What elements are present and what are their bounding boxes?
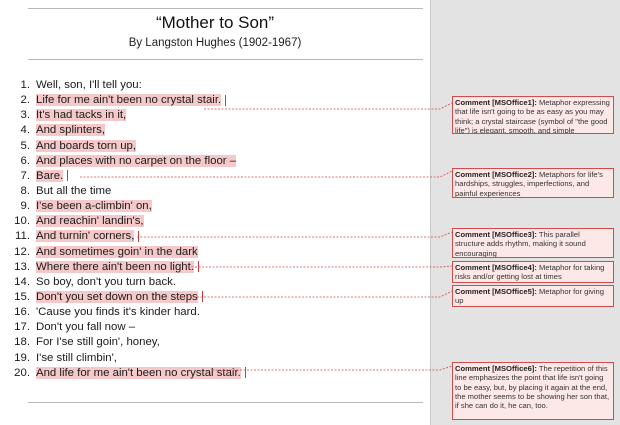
- poem-line[interactable]: 20. And life for me ain't been no crystal…: [8, 366, 428, 381]
- line-number: 13.: [14, 260, 30, 273]
- line-text-commented[interactable]: And life for me ain't been no crystal st…: [36, 366, 241, 379]
- poem-line[interactable]: 17. Don't you fall now –: [8, 320, 428, 335]
- line-text: I'se still climbin',: [36, 351, 117, 364]
- line-text-commented[interactable]: Life for me ain't been no crystal stair.: [36, 94, 222, 107]
- comment-anchor[interactable]: [225, 94, 227, 106]
- line-number: 1.: [20, 79, 31, 91]
- line-text-commented[interactable]: And sometimes goin' in the dark: [36, 245, 198, 258]
- line-text-commented[interactable]: And boards torn up,: [36, 139, 137, 152]
- document-page: “Mother to Son” By Langston Hughes (1902…: [0, 0, 430, 425]
- line-number: 11.: [15, 230, 30, 243]
- line-text-commented[interactable]: And turnin' corners,: [36, 230, 135, 243]
- line-text: So boy, don't you turn back.: [36, 275, 177, 288]
- comment-author: Comment [MSOffice5]:: [455, 287, 537, 296]
- comment-anchor[interactable]: [67, 170, 69, 182]
- poem-line[interactable]: 19. I'se still climbin',: [8, 351, 428, 366]
- poem-title: “Mother to Son”: [155, 13, 275, 32]
- title-rule: [28, 59, 423, 60]
- comment-balloon-5[interactable]: Comment [MSOffice5]: Metaphor for giving…: [452, 285, 614, 307]
- poem-line[interactable]: 6. And places with no carpet on the floor…: [8, 154, 428, 169]
- comment-author: Comment [MSOffice2]:: [455, 170, 537, 179]
- line-number: 2.: [20, 94, 31, 107]
- poem-line[interactable]: 3. It's had tacks in it,: [8, 108, 428, 123]
- comment-author: Comment [MSOffice4]:: [455, 263, 537, 272]
- line-number: 17.: [14, 321, 30, 334]
- comment-anchor[interactable]: [201, 291, 203, 303]
- poem-line[interactable]: 10. And reachin' landin's,: [8, 214, 428, 229]
- line-text: Well, son, I'll tell you:: [36, 79, 142, 91]
- poem-line[interactable]: 16. 'Cause you finds it's kinder hard.: [8, 305, 428, 320]
- line-number: 19.: [14, 351, 30, 364]
- line-number: 8.: [20, 184, 31, 197]
- line-number: 20.: [14, 366, 30, 379]
- header-rule: [28, 8, 423, 9]
- line-number: 5.: [20, 139, 31, 152]
- comment-author: Comment [MSOffice6]:: [455, 364, 537, 373]
- poem-line[interactable]: 15. Don't you set down on the steps: [8, 290, 428, 305]
- poem-line[interactable]: 8. But all the time: [8, 184, 428, 199]
- line-number: 14.: [14, 275, 30, 288]
- line-number: 12.: [14, 245, 30, 258]
- line-text-commented[interactable]: It's had tacks in it,: [36, 109, 127, 122]
- poem-line[interactable]: 5. And boards torn up,: [8, 139, 428, 154]
- poem-byline: By Langston Hughes (1902-1967): [128, 37, 302, 49]
- poem-line[interactable]: 11. And turnin' corners,: [8, 229, 428, 244]
- comment-balloon-6[interactable]: Comment [MSOffice6]: The repetition of t…: [452, 362, 614, 420]
- poem-lines: 1. Well, son, I'll tell you: 2. Life for m…: [8, 78, 428, 381]
- poem-line[interactable]: 4. And splinters,: [8, 123, 428, 138]
- line-number: 10.: [14, 215, 30, 228]
- comment-anchor[interactable]: [138, 230, 140, 242]
- comment-balloon-1[interactable]: Comment [MSOffice1]: Metaphor expressing…: [452, 96, 614, 134]
- footer-rule: [28, 402, 423, 403]
- line-number: 7.: [20, 169, 31, 182]
- line-text-commented[interactable]: Don't you set down on the steps: [36, 290, 198, 303]
- line-text: 'Cause you finds it's kinder hard.: [36, 306, 200, 319]
- comment-anchor[interactable]: [197, 261, 199, 273]
- poem-line[interactable]: 9. I'se been a-climbin' on,: [8, 199, 428, 214]
- line-text-commented[interactable]: Where there ain't been no light.: [36, 260, 194, 273]
- line-text: Don't you fall now –: [36, 321, 136, 334]
- comment-author: Comment [MSOffice1]:: [455, 98, 537, 107]
- poem-line[interactable]: 1. Well, son, I'll tell you:: [8, 78, 428, 93]
- line-number: 6.: [20, 154, 31, 167]
- poem-line[interactable]: 18. For I'se still goin', honey,: [8, 335, 428, 350]
- comment-balloon-4[interactable]: Comment [MSOffice4]: Metaphor for taking…: [452, 261, 614, 283]
- line-number: 15.: [14, 290, 30, 303]
- line-number: 3.: [20, 109, 31, 122]
- comment-anchor[interactable]: [244, 367, 246, 379]
- line-number: 18.: [14, 336, 30, 349]
- poem-line[interactable]: 2. Life for me ain't been no crystal stai…: [8, 93, 428, 108]
- line-text-commented[interactable]: And places with no carpet on the floor –: [36, 154, 237, 167]
- line-text-commented[interactable]: And splinters,: [36, 124, 106, 137]
- line-text-commented[interactable]: I'se been a-climbin' on,: [36, 200, 152, 213]
- line-number: 4.: [20, 124, 31, 137]
- line-number: 16.: [14, 306, 30, 319]
- line-text-commented[interactable]: And reachin' landin's,: [36, 215, 144, 228]
- line-number: 9.: [20, 200, 31, 213]
- comment-balloon-3[interactable]: Comment [MSOffice3]: This parallel struc…: [452, 228, 614, 258]
- comment-balloon-2[interactable]: Comment [MSOffice2]: Metaphors for life'…: [452, 168, 614, 198]
- line-text-commented[interactable]: Bare.: [36, 169, 64, 182]
- poem-line[interactable]: 7. Bare.: [8, 169, 428, 184]
- comment-author: Comment [MSOffice3]:: [455, 230, 537, 239]
- line-text: For I'se still goin', honey,: [36, 336, 160, 349]
- poem-line[interactable]: 14. So boy, don't you turn back.: [8, 275, 428, 290]
- poem-line[interactable]: 13. Where there ain't been no light.: [8, 260, 428, 275]
- poem-line[interactable]: 12. And sometimes goin' in the dark: [8, 245, 428, 260]
- line-text: But all the time: [36, 184, 112, 197]
